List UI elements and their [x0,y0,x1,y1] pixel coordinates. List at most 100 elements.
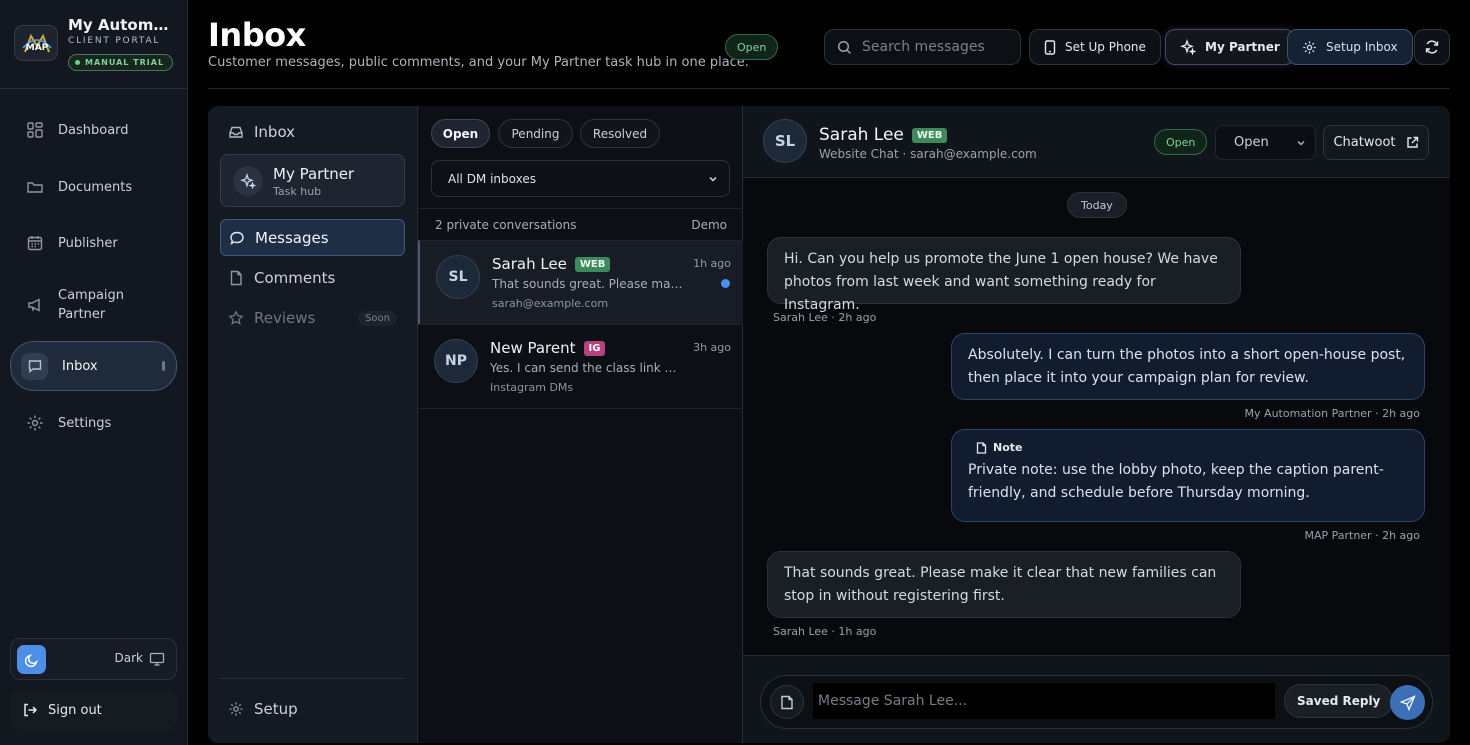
chatwoot-button[interactable]: Chatwoot [1323,125,1429,160]
chat-icon [21,352,48,380]
message-meta: Sarah Lee · 1h ago [773,625,877,638]
demo-label: Demo [691,217,727,232]
monitor-icon[interactable] [149,651,165,667]
setup-inbox-button[interactable]: Setup Inbox [1287,29,1413,65]
private-note-bubble: Note Private note: use the lobby photo, … [951,429,1425,522]
external-link-icon [1406,136,1419,149]
search-box[interactable] [824,29,1021,65]
gear-icon [26,414,44,432]
brand-subtitle: CLIENT PORTAL [68,36,161,46]
inbox-tray-icon [228,124,244,140]
folder-icon [26,178,44,196]
divider [208,88,1450,89]
brand-title: My Automation Partner [68,16,178,34]
subnav-comments[interactable]: Comments [220,268,405,288]
brand-logo: MAP [14,25,58,61]
moon-icon[interactable] [17,645,46,674]
conversation-count: 2 private conversations [435,217,577,232]
search-icon [837,40,852,55]
partner-subtitle: Task hub [273,185,322,198]
calendar-icon [26,234,44,252]
channel-badge: IG [583,340,606,356]
nav-label: Inbox [62,358,98,374]
set-up-phone-button[interactable]: Set Up Phone [1029,29,1161,65]
trial-dot-icon [75,60,80,65]
theme-label: Dark [114,651,143,665]
timestamp: 3h ago [693,341,731,354]
send-icon [1399,694,1416,711]
document-icon [228,270,244,286]
tab-pending[interactable]: Pending [498,119,573,148]
send-button[interactable] [1390,685,1425,720]
my-partner-button[interactable]: My Partner [1165,29,1295,65]
app-sidebar: MAP My Automation Partner CLIENT PORTAL … [0,0,188,745]
subnav-inbox[interactable]: Inbox [220,122,405,142]
nav-campaign-partner[interactable]: Campaign Partner [10,285,177,325]
status-badge: Open [1154,129,1208,155]
conversation-item[interactable]: NP New Parent IG 3h ago Yes. I can send t… [418,324,743,408]
contact-source: sarah@example.com [492,297,609,310]
message-meta: My Automation Partner · 2h ago [1244,407,1420,420]
note-icon [976,442,987,454]
nav-publisher[interactable]: Publisher [10,231,177,255]
brand[interactable]: MAP My Automation Partner CLIENT PORTAL … [14,16,178,74]
timestamp: 1h ago [693,257,731,270]
sparkle-icon [233,166,263,196]
megaphone-icon [26,296,44,314]
page-subtitle: Customer messages, public comments, and … [208,55,749,70]
status-select[interactable]: Open [1215,125,1316,160]
page-title: Inbox [208,16,306,54]
subnav-messages[interactable]: Messages [220,219,405,256]
avatar: NP [434,339,478,383]
date-divider: Today [1067,192,1127,218]
message-preview: Yes. I can send the class link and detai… [490,361,682,375]
subnav-my-partner[interactable]: My Partner Task hub [220,154,405,207]
search-input[interactable] [862,39,1012,55]
note-label: Note [993,441,1023,454]
attach-button[interactable] [770,685,804,719]
conversation-item[interactable]: SL Sarah Lee WEB 1h ago That sounds great… [418,240,743,324]
list-header: 2 private conversations Demo [418,208,743,240]
refresh-button[interactable] [1414,29,1450,65]
nav-dashboard[interactable]: Dashboard [10,118,177,142]
tab-resolved[interactable]: Resolved [580,119,660,148]
chevron-down-icon [707,173,719,185]
sparkle-icon [1180,39,1196,55]
channel-badge: WEB [574,256,611,272]
avatar: SL [763,119,807,163]
gear-icon [228,701,244,717]
chat-pane: SL Sarah Lee WEB Website Chat · sarah@exa… [743,106,1450,743]
nav-settings[interactable]: Settings [10,411,177,435]
subnav-setup[interactable]: Setup [220,699,405,719]
unread-dot-icon [721,279,730,288]
refresh-icon [1424,39,1440,55]
inbox-panel: Inbox My Partner Task hub Messages Comme… [208,106,1450,743]
contact-name: Sarah Lee [819,125,904,145]
tab-open[interactable]: Open [431,119,490,148]
inbox-filter-select[interactable]: All DM inboxes [431,160,730,197]
message-bubble-incoming: That sounds great. Please make it clear … [767,551,1241,618]
message-bubble-incoming: Hi. Can you help us promote the June 1 o… [767,237,1241,313]
nav-inbox[interactable]: Inbox [10,341,177,391]
nav-label: Settings [58,415,112,431]
gear-icon [1302,40,1317,55]
nav-label: Documents [58,179,133,195]
message-meta: Sarah Lee · 2h ago [773,311,877,324]
message-input[interactable] [813,683,1275,719]
svg-text:MAP: MAP [26,43,49,53]
composer: Saved Reply [760,675,1433,729]
saved-reply-button[interactable]: Saved Reply [1284,684,1394,718]
nav-documents[interactable]: Documents [10,175,177,199]
nav-label: Publisher [58,235,118,251]
star-icon [228,310,244,326]
contact-name: Sarah Lee [492,255,567,273]
attachment-icon [780,695,794,710]
drag-handle-icon[interactable] [162,361,165,371]
sign-out-icon [22,702,38,718]
theme-toggle[interactable]: Dark [10,638,177,680]
sign-out-button[interactable]: Sign out [10,690,177,730]
inbox-subnav: Inbox My Partner Task hub Messages Comme… [208,106,418,743]
conversation-list: Open Pending Resolved All DM inboxes 2 p… [418,106,743,743]
nav-label: Dashboard [58,122,129,138]
note-text: Private note: use the lobby photo, keep … [968,462,1384,501]
